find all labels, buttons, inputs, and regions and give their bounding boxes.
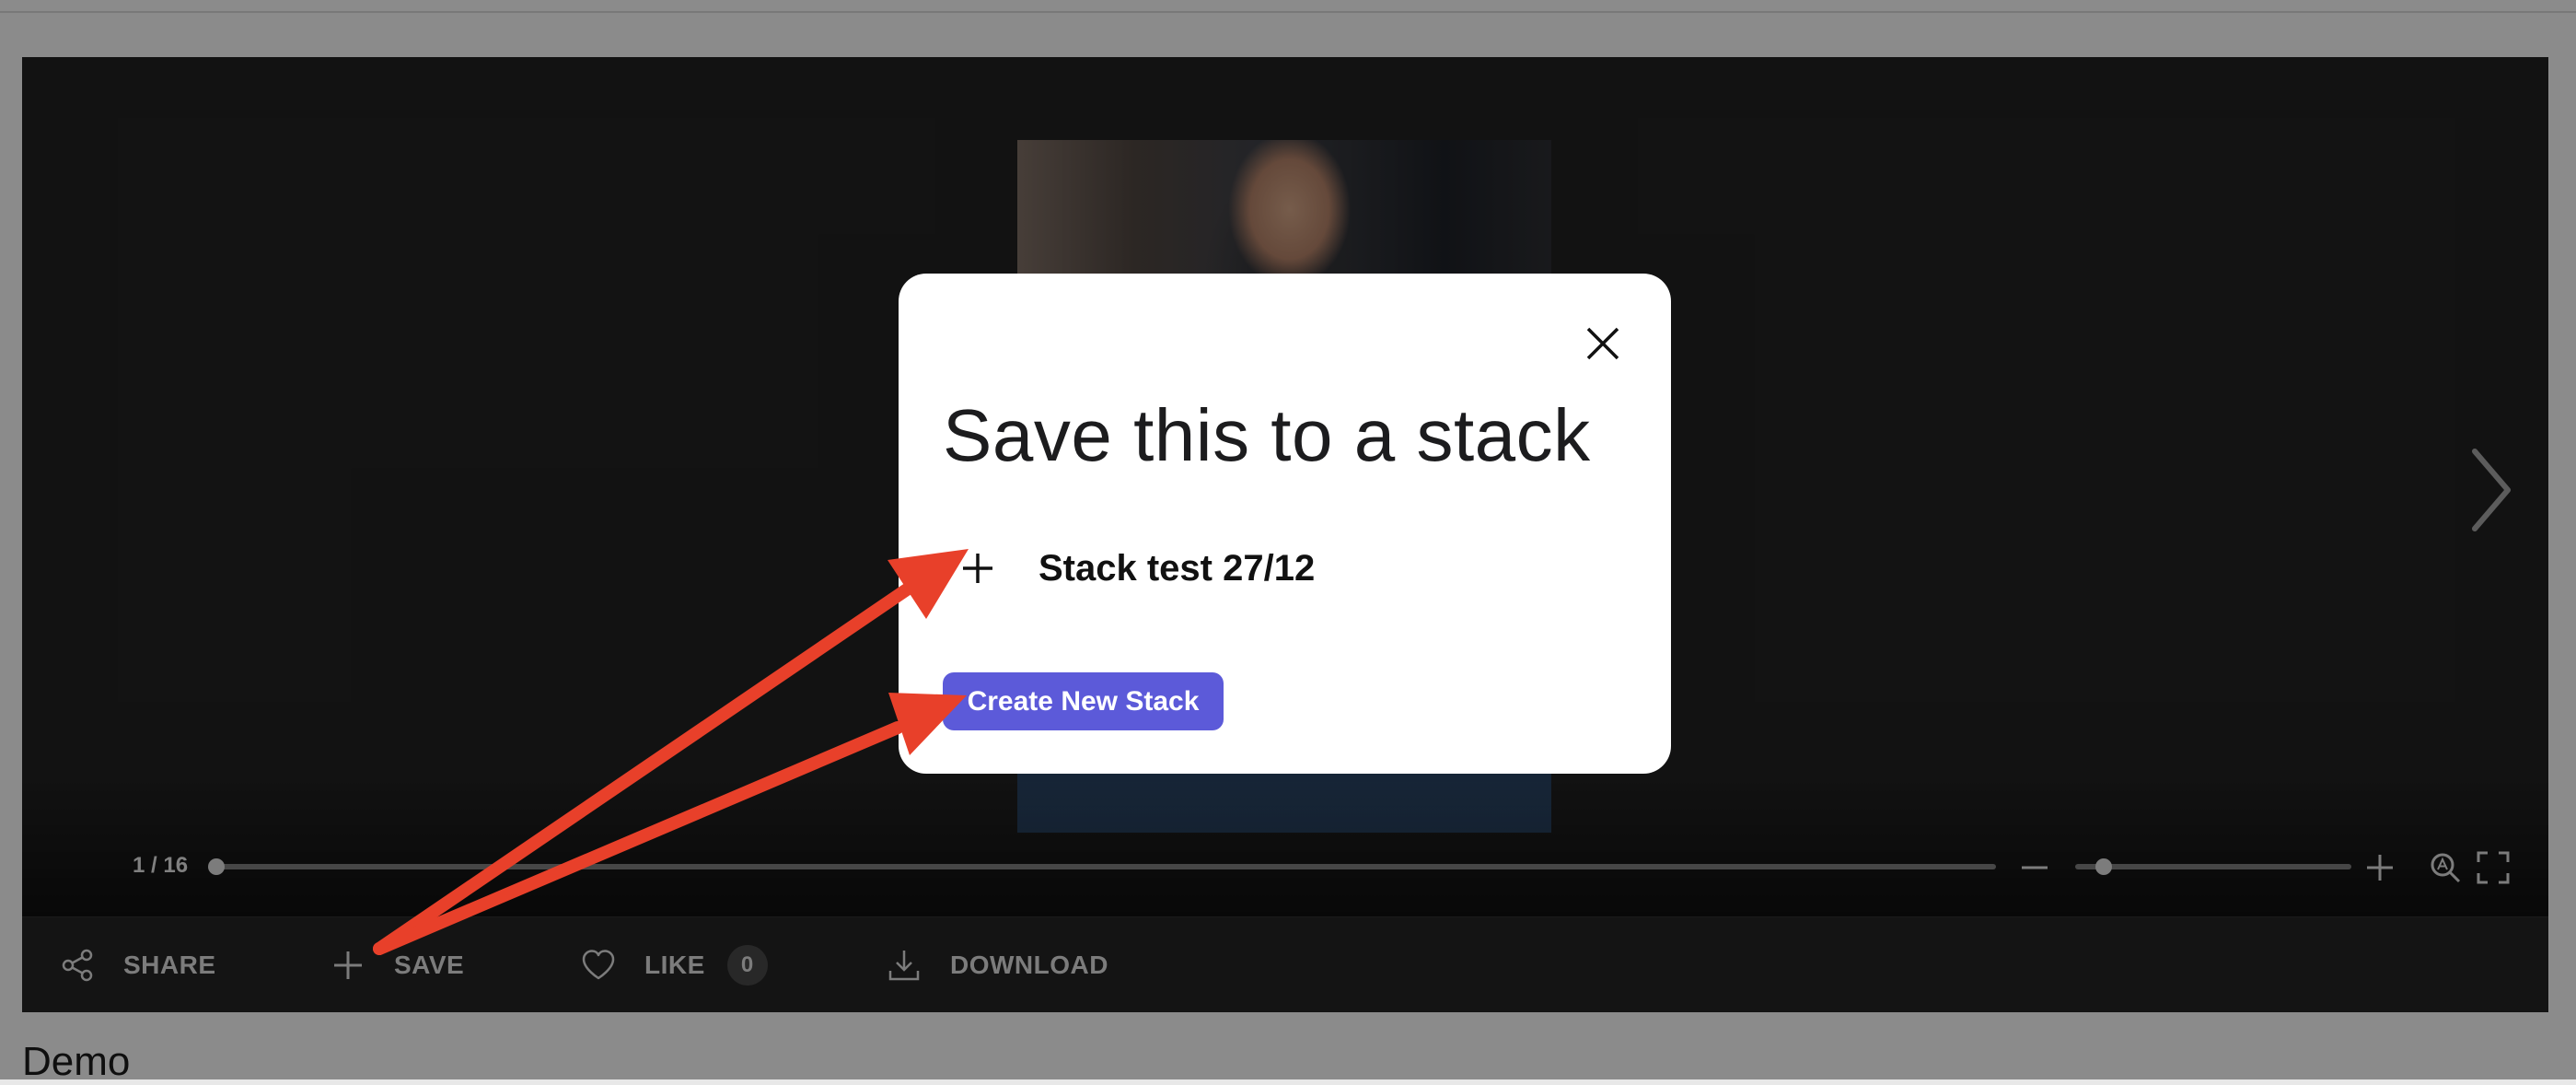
save-to-stack-dialog: Save this to a stack Stack test 27/12 Cr… bbox=[899, 274, 1671, 774]
stack-name: Stack test 27/12 bbox=[1039, 547, 1316, 589]
stack-list-item[interactable]: Stack test 27/12 bbox=[943, 541, 1587, 596]
close-icon[interactable] bbox=[1583, 323, 1623, 364]
dialog-title: Save this to a stack bbox=[943, 394, 1591, 476]
create-new-stack-button[interactable]: Create New Stack bbox=[943, 672, 1224, 730]
plus-icon bbox=[963, 554, 992, 583]
